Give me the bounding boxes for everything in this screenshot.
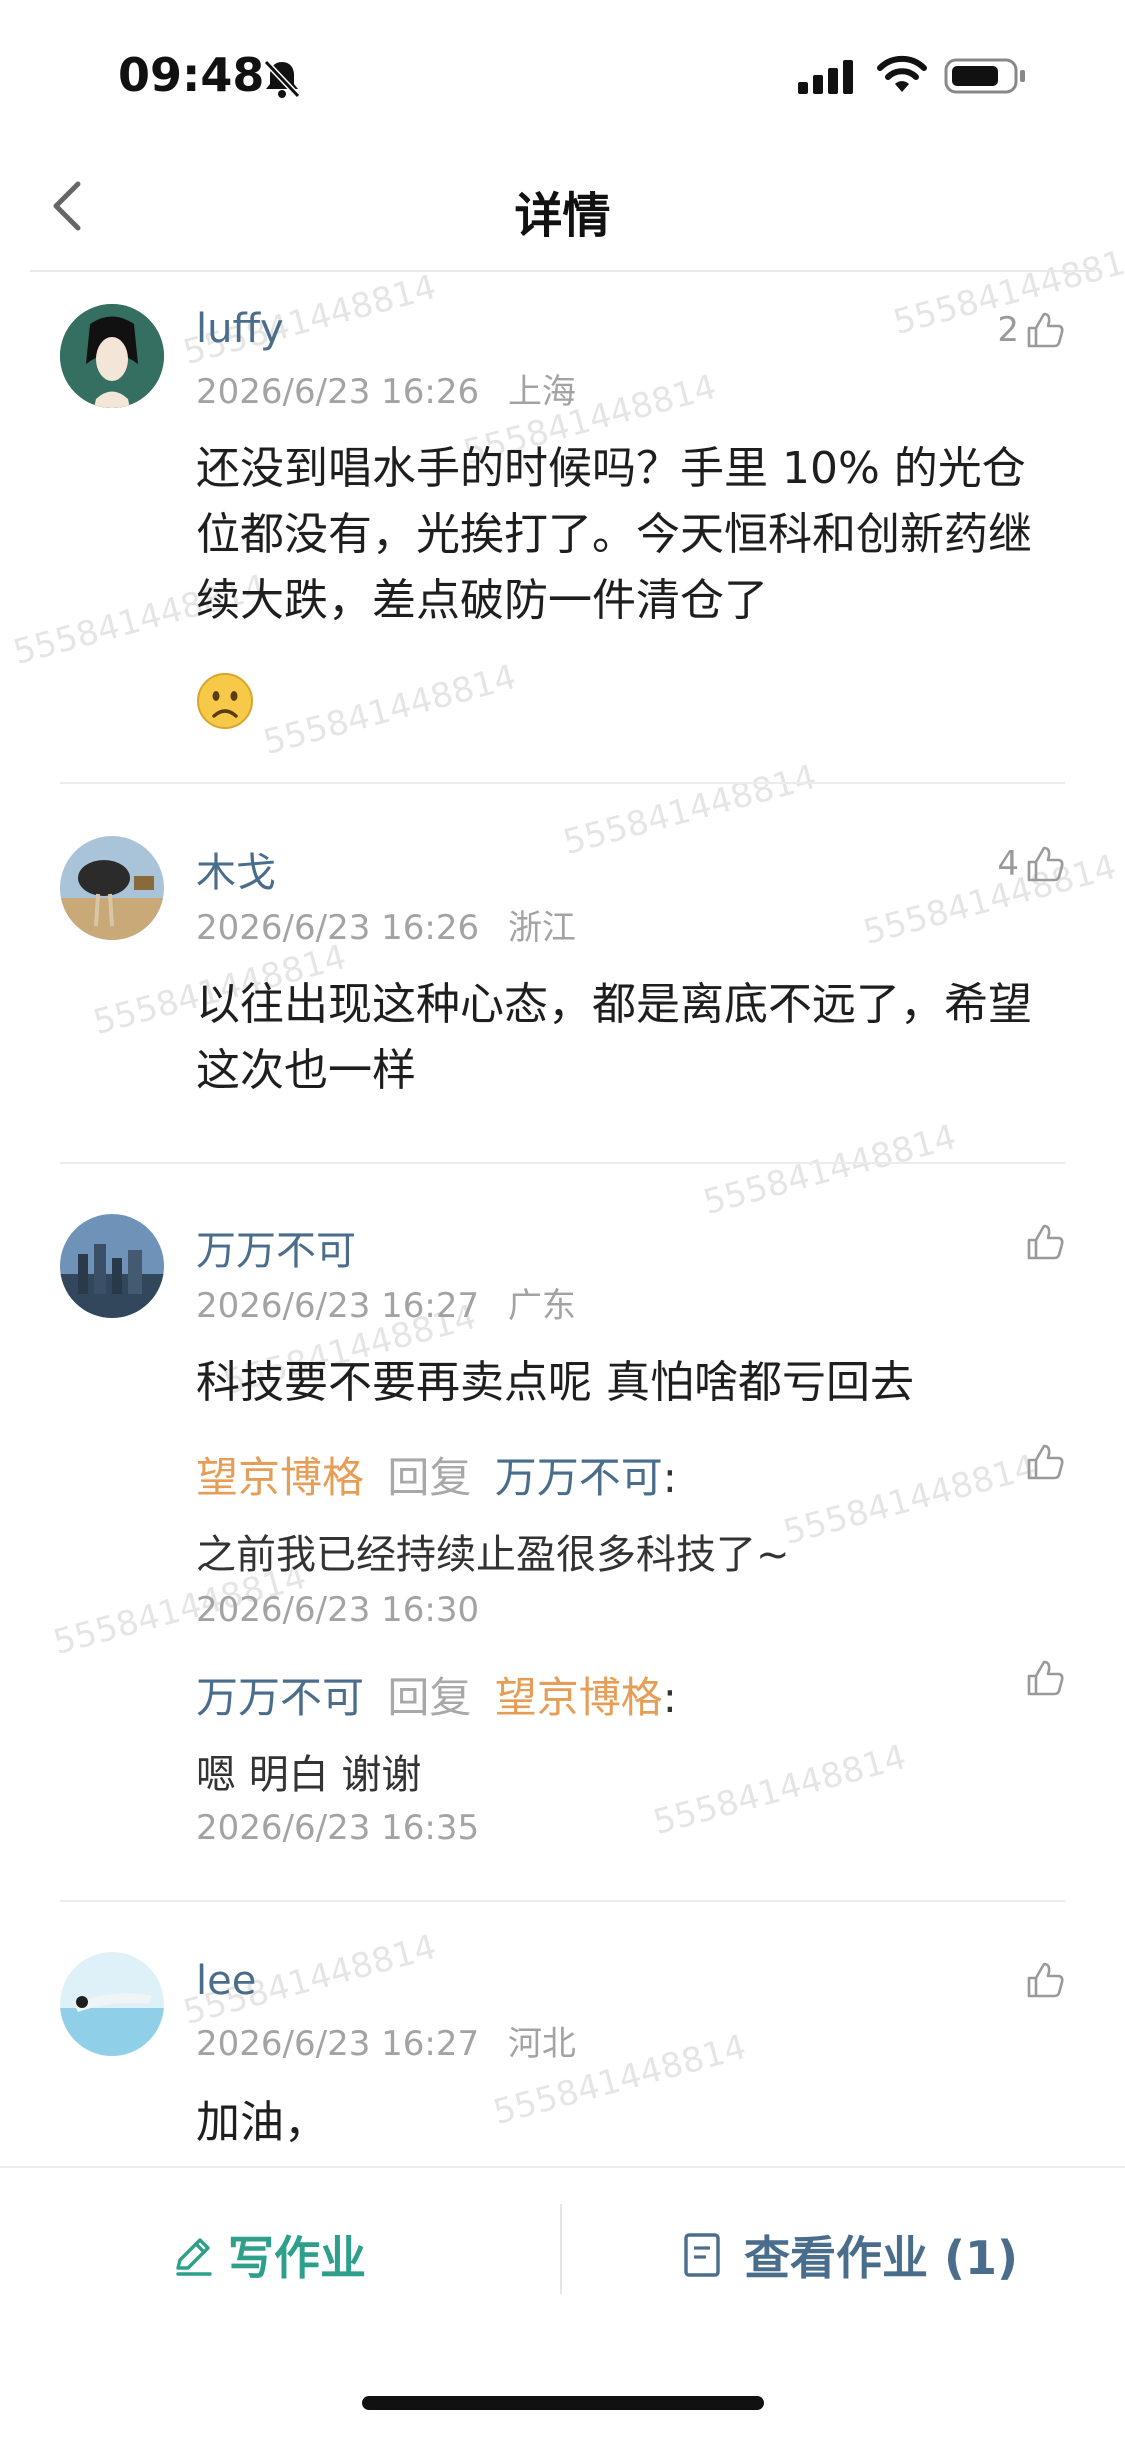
comment-date: 2026/6/23 16:26 — [196, 372, 480, 412]
watermark: 555841448814 — [699, 1117, 961, 1223]
battery-icon — [944, 56, 1028, 100]
comment-date: 2026/6/23 16:27 — [196, 2024, 480, 2064]
watermark: 555841448814 — [259, 657, 521, 763]
reply-header: 万万不可 回复 望京博格: — [196, 1664, 677, 1725]
thumbs-up-icon — [1027, 1962, 1064, 1998]
reply-date: 2026/6/23 16:35 — [196, 1808, 480, 1848]
comment-date: 2026/6/23 16:26 — [196, 908, 480, 948]
emoji-frown-icon — [196, 672, 254, 734]
pencil-icon — [176, 2238, 212, 2276]
reply-target[interactable]: 万万不可 — [495, 1453, 663, 1502]
comment-content: 还没到唱水手的时候吗？手里 10% 的光仓位都没有，光挨打了。今天恒科和创新药继… — [196, 436, 1066, 634]
view-homework-button[interactable]: 查看作业 (1) — [682, 2222, 1018, 2288]
comment-content: 以往出现这种心态，都是离底不远了，希望这次也一样 — [196, 972, 1066, 1104]
avatar[interactable] — [60, 1952, 164, 2056]
comment-location: 上海 — [507, 372, 576, 412]
reply-target[interactable]: 望京博格 — [495, 1673, 663, 1722]
bottom-separator — [560, 2204, 562, 2294]
comment-meta: 2026/6/23 16:27 河北 — [196, 2016, 576, 2065]
thumbs-up-icon — [1027, 312, 1064, 348]
signal-icon — [798, 60, 858, 98]
reply-verb: 回复 — [387, 1673, 472, 1722]
comment-divider — [60, 1900, 1065, 1902]
like-button[interactable] — [1019, 1960, 1065, 2000]
comment-divider — [60, 1162, 1065, 1164]
reply-text: 之前我已经持续止盈很多科技了~ — [196, 1532, 790, 1578]
nav-divider — [30, 270, 1095, 272]
watermark: 555841448814 — [559, 757, 821, 863]
like-button[interactable] — [1019, 1442, 1065, 1482]
reply-verb: 回复 — [387, 1453, 472, 1502]
comment-author[interactable]: luffy — [196, 306, 284, 352]
view-homework-label: 查看作业 (1) — [744, 2231, 1019, 2285]
comment-divider — [60, 782, 1065, 784]
comment-text: 还没到唱水手的时候吗？手里 10% 的光仓位都没有，光挨打了。今天恒科和创新药继… — [196, 443, 1032, 626]
thumbs-up-icon — [1027, 846, 1064, 882]
page-title: 详情 — [514, 188, 611, 244]
watermark: 555841448814 — [779, 1447, 1041, 1553]
comment-author[interactable]: lee — [196, 1958, 256, 2004]
document-icon — [684, 2233, 720, 2277]
reply-colon: : — [662, 1453, 677, 1502]
like-button[interactable]: 2 — [997, 310, 1065, 350]
thumbs-up-icon — [1027, 1224, 1064, 1260]
comment-content: 科技要不要再卖点呢 真怕啥都亏回去 — [196, 1350, 1066, 1416]
comment-content: 加油， — [196, 2090, 1066, 2156]
comment-meta: 2026/6/23 16:26 上海 — [196, 364, 576, 413]
reply-colon: : — [662, 1673, 677, 1722]
thumbs-up-icon — [1027, 1660, 1064, 1696]
wifi-icon — [876, 54, 928, 98]
reply-author[interactable]: 万万不可 — [196, 1673, 364, 1722]
reply-date: 2026/6/23 16:30 — [196, 1590, 480, 1630]
status-time: 09:48 — [118, 48, 265, 102]
comment-text: 科技要不要再卖点呢 真怕啥都亏回去 — [196, 1357, 914, 1408]
comment-location: 广东 — [507, 1286, 576, 1326]
comment-date: 2026/6/23 16:27 — [196, 1286, 480, 1326]
comment-location: 河北 — [507, 2024, 576, 2064]
bell-slash-icon — [262, 58, 302, 104]
avatar[interactable] — [60, 836, 164, 940]
comment-author[interactable]: 万万不可 — [196, 1218, 356, 1276]
thumbs-up-icon — [1027, 1444, 1064, 1480]
comment-location: 浙江 — [507, 908, 576, 948]
comment-meta: 2026/6/23 16:27 广东 — [196, 1278, 576, 1327]
avatar[interactable] — [60, 304, 164, 408]
write-homework-label: 写作业 — [228, 2231, 366, 2285]
write-homework-button[interactable]: 写作业 — [170, 2222, 366, 2288]
reply-author[interactable]: 望京博格 — [196, 1453, 364, 1502]
watermark: 555841448814 — [649, 1737, 911, 1843]
like-button[interactable] — [1019, 1658, 1065, 1698]
like-button[interactable] — [1019, 1222, 1065, 1262]
home-indicator[interactable] — [362, 2396, 764, 2410]
comment-meta: 2026/6/23 16:26 浙江 — [196, 900, 576, 949]
comment-text: 以往出现这种心态，都是离底不远了，希望这次也一样 — [196, 979, 1032, 1096]
comment-text: 加油， — [196, 2097, 328, 2148]
like-button[interactable]: 4 — [997, 844, 1065, 884]
reply-text: 嗯 明白 谢谢 — [196, 1752, 422, 1798]
avatar[interactable] — [60, 1214, 164, 1318]
reply-header: 望京博格 回复 万万不可: — [196, 1444, 677, 1505]
comment-author[interactable]: 木戈 — [196, 840, 276, 898]
like-count: 4 — [997, 844, 1019, 884]
like-count: 2 — [997, 310, 1019, 350]
watermark: 555841448814 — [859, 847, 1121, 953]
